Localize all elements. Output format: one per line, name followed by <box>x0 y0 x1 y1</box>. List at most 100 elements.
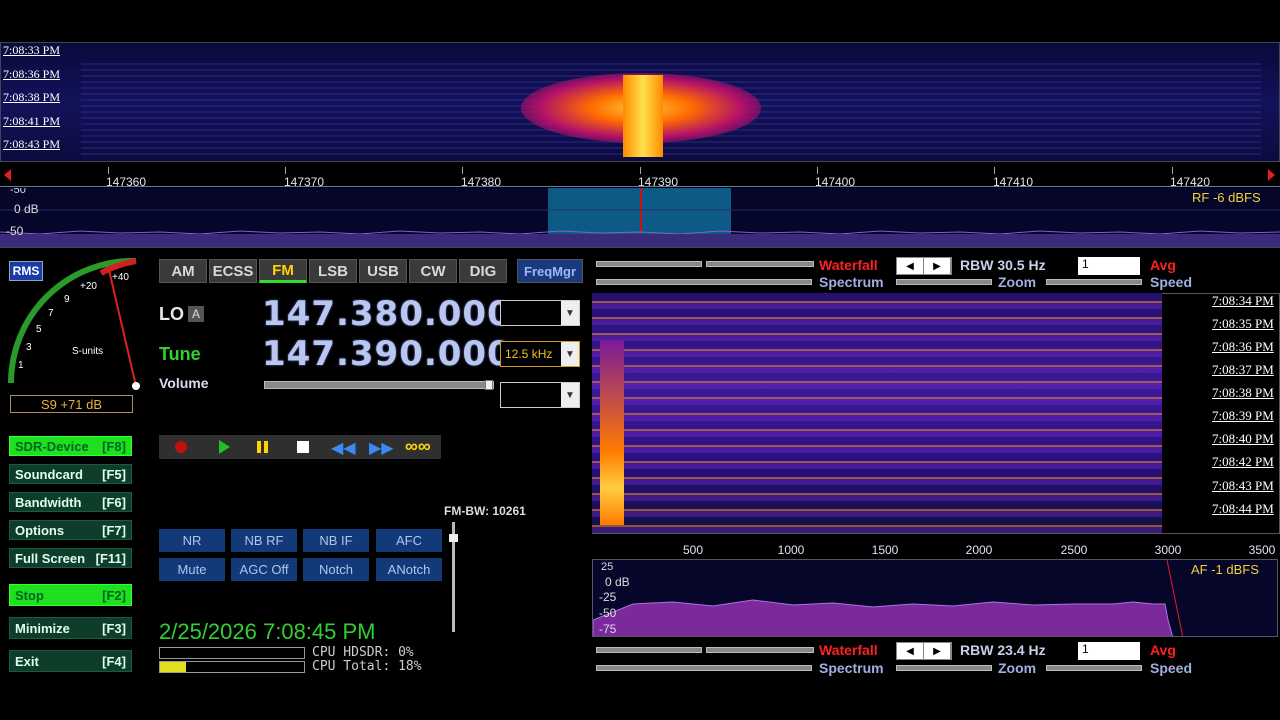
full-screen-button[interactable]: Full Screen [F11] <box>9 548 132 568</box>
waterfall-time: 7:08:36 PM <box>3 67 61 81</box>
af-spectrum[interactable]: 25 0 dB -25 -50 -75 AF -1 dBFS <box>592 559 1278 637</box>
nb-rf-button[interactable]: NB RF <box>231 529 297 552</box>
freq-tick-label: 147410 <box>992 175 1034 189</box>
af-zoom-slider[interactable] <box>896 665 992 671</box>
waterfall-label: Waterfall <box>819 257 878 273</box>
af-waterfall-slider-1[interactable] <box>596 647 702 653</box>
mode-usb-button[interactable]: USB <box>359 259 407 283</box>
mode-fm-button[interactable]: FM <box>259 259 307 283</box>
volume-dropdown[interactable]: ▼ <box>500 382 580 408</box>
af-waterfall-time: 7:08:39 PM <box>1212 408 1274 423</box>
anotch-button[interactable]: ANotch <box>376 558 442 581</box>
record-icon[interactable] <box>175 441 187 453</box>
loop-icon[interactable]: ∞∞ <box>405 436 431 457</box>
rf-db-zero: 0 dB <box>14 202 39 216</box>
frequency-scale[interactable]: 147360 147370 147380 147390 147400 14741… <box>0 163 1280 189</box>
af-frequency-scale[interactable]: 500 1000 1500 2000 2500 3000 3500 <box>592 534 1280 558</box>
af-tick-label: 3500 <box>1248 543 1276 557</box>
freq-tick-label: 147380 <box>460 175 502 189</box>
af-tick-label: 2500 <box>1060 543 1088 557</box>
stop-button[interactable]: Stop [F2] <box>9 584 132 606</box>
af-tick-label: 3000 <box>1154 543 1182 557</box>
lo-frequency[interactable]: 147.380.000 <box>262 294 512 334</box>
af-waterfall-time: 7:08:42 PM <box>1212 454 1274 469</box>
mode-cw-button[interactable]: CW <box>409 259 457 283</box>
zoom-label: Zoom <box>998 274 1037 290</box>
spectrum-slider[interactable] <box>596 279 812 285</box>
chevron-right-icon[interactable]: ▶ <box>924 643 951 659</box>
chevron-down-icon: ▼ <box>561 301 579 325</box>
rf-level: RF -6 dBFS <box>1192 190 1261 205</box>
af-zoom-spinner[interactable]: ◀ ▶ <box>896 642 952 660</box>
waterfall-time: 7:08:41 PM <box>3 114 61 128</box>
fm-bw-slider[interactable] <box>449 522 458 632</box>
af-waterfall-label: Waterfall <box>819 642 878 658</box>
speed-slider[interactable] <box>1046 279 1142 285</box>
rbw-label: RBW 30.5 Hz <box>960 257 1046 273</box>
tune-frequency[interactable]: 147.390.000 <box>262 334 512 374</box>
af-db-25neg: -25 <box>599 590 617 604</box>
transport-bar: ◀◀ ▶▶ ∞∞ <box>159 435 441 459</box>
af-trace <box>593 560 1184 636</box>
tune-step-value: 12.5 kHz <box>505 347 553 361</box>
volume-slider[interactable] <box>264 380 494 390</box>
freq-tick-label: 147360 <box>105 175 147 189</box>
chevron-right-icon[interactable]: ▶ <box>924 258 951 274</box>
options-button[interactable]: Options [F7] <box>9 520 132 540</box>
lo-badge[interactable]: A <box>188 306 204 322</box>
waterfall-slider-1[interactable] <box>596 261 702 267</box>
mute-button[interactable]: Mute <box>159 558 225 581</box>
rf-spectrum[interactable]: -50 0 dB -50 RF -6 dBFS <box>0 188 1280 248</box>
zoom-slider[interactable] <box>896 279 992 285</box>
soundcard-button[interactable]: Soundcard [F5] <box>9 464 132 484</box>
rf-db-bottom: -50 <box>6 224 24 238</box>
af-waterfall-time: 7:08:34 PM <box>1212 293 1274 308</box>
mode-am-button[interactable]: AM <box>159 259 207 283</box>
af-tick-label: 1500 <box>871 543 899 557</box>
play-icon[interactable] <box>219 440 230 454</box>
minimize-button[interactable]: Minimize [F3] <box>9 617 132 639</box>
waterfall-slider-2[interactable] <box>706 261 814 267</box>
notch-button[interactable]: Notch <box>303 558 369 581</box>
fast-forward-icon[interactable]: ▶▶ <box>369 438 394 458</box>
signal-core <box>623 75 663 157</box>
af-avg-select[interactable]: 1 <box>1078 642 1140 660</box>
agc-button[interactable]: AGC Off <box>231 558 297 581</box>
bandwidth-button[interactable]: Bandwidth [F6] <box>9 492 132 512</box>
af-waterfall[interactable] <box>592 293 1162 533</box>
mode-lsb-button[interactable]: LSB <box>309 259 357 283</box>
mode-dig-button[interactable]: DIG <box>459 259 507 283</box>
fm-bw-knob[interactable] <box>449 534 458 542</box>
scroll-left-icon[interactable] <box>4 169 11 181</box>
stop-icon[interactable] <box>297 441 309 453</box>
nb-if-button[interactable]: NB IF <box>303 529 369 552</box>
af-spectrum-label: Spectrum <box>819 660 884 676</box>
rf-waterfall[interactable]: 7:08:33 PM 7:08:36 PM 7:08:38 PM 7:08:41… <box>0 42 1280 162</box>
lo-dropdown[interactable]: ▼ <box>500 300 580 326</box>
scroll-right-icon[interactable] <box>1268 169 1275 181</box>
rewind-icon[interactable]: ◀◀ <box>331 438 356 458</box>
mode-ecss-button[interactable]: ECSS <box>209 259 257 283</box>
freqmgr-button[interactable]: FreqMgr <box>517 259 583 283</box>
chevron-down-icon: ▼ <box>561 383 579 407</box>
af-speed-slider[interactable] <box>1046 665 1142 671</box>
pause-icon[interactable] <box>257 441 261 453</box>
volume-knob[interactable] <box>485 380 493 390</box>
af-low-energy-band <box>600 340 624 525</box>
af-db-0: 0 dB <box>605 575 630 589</box>
af-waterfall-slider-2[interactable] <box>706 647 814 653</box>
af-spectrum-slider[interactable] <box>596 665 812 671</box>
exit-button[interactable]: Exit [F4] <box>9 650 132 672</box>
afc-button[interactable]: AFC <box>376 529 442 552</box>
avg-select[interactable]: 1 <box>1078 257 1140 275</box>
nr-button[interactable]: NR <box>159 529 225 552</box>
datetime: 2/25/2026 7:08:45 PM <box>159 619 376 644</box>
chevron-left-icon[interactable]: ◀ <box>897 643 924 659</box>
tune-step-dropdown[interactable]: 12.5 kHz ▼ <box>500 341 580 367</box>
zoom-spinner[interactable]: ◀ ▶ <box>896 257 952 275</box>
s-meter-reading: S9 +71 dB <box>10 395 133 413</box>
waterfall-time: 7:08:43 PM <box>3 137 61 151</box>
sdr-device-button[interactable]: SDR-Device [F8] <box>9 436 132 456</box>
chevron-left-icon[interactable]: ◀ <box>897 258 924 274</box>
af-waterfall-time: 7:08:40 PM <box>1212 431 1274 446</box>
